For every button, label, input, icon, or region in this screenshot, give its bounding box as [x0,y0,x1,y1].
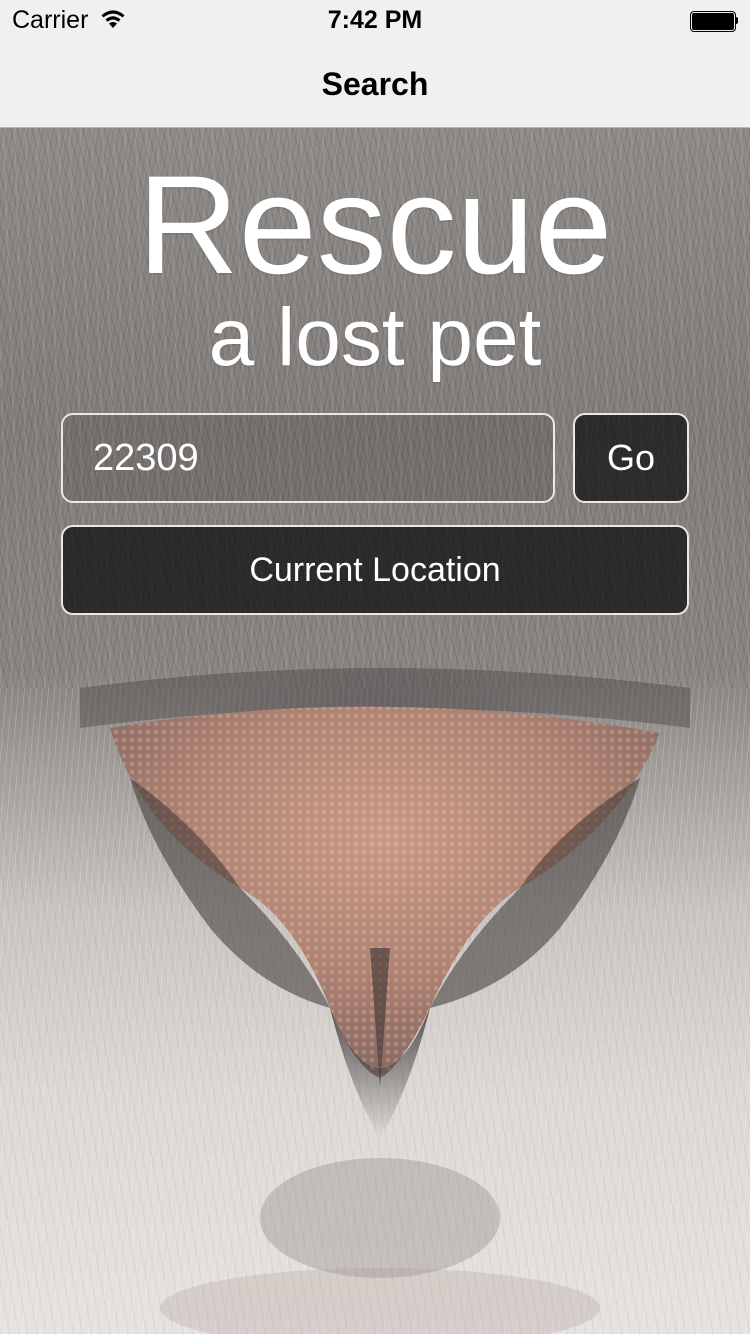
nav-title: Search [321,66,429,102]
battery-full-icon [690,11,738,32]
go-button[interactable]: Go [573,413,689,503]
status-bar: Carrier 7:42 PM [0,0,750,40]
zip-code-input[interactable] [61,413,555,503]
search-screen: Carrier 7:42 PM Search Rescue a lost pet… [0,0,750,1334]
status-time: 7:42 PM [327,6,423,34]
current-location-button[interactable]: Current Location [61,525,689,615]
hero-title: Rescue [137,146,613,303]
hero-subtitle: a lost pet [208,292,542,383]
navigation-bar: Search [0,40,750,128]
